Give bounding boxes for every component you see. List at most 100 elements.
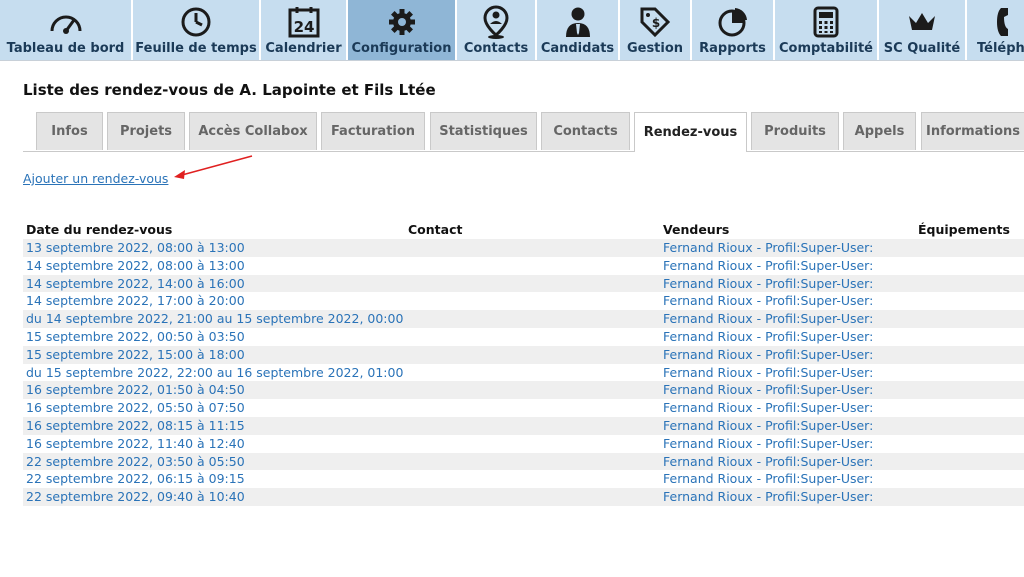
row-vendor-link[interactable]: Fernand Rioux - Profil:Super-User: xyxy=(663,489,873,504)
nav-label: SC Qualité xyxy=(883,41,961,56)
tab-acces-collabox[interactable]: Accès Collabox xyxy=(189,112,317,150)
nav-label: Configuration xyxy=(351,41,452,56)
table-row: 16 septembre 2022, 05:50 à 07:50 Fernand … xyxy=(23,399,1024,417)
row-vendor-link[interactable]: Fernand Rioux - Profil:Super-User: xyxy=(663,240,873,255)
svg-text:$: $ xyxy=(652,16,660,30)
table-row: du 14 septembre 2022, 21:00 au 15 septem… xyxy=(23,310,1024,328)
row-vendor-link[interactable]: Fernand Rioux - Profil:Super-User: xyxy=(663,436,873,451)
map-pin-person-icon xyxy=(457,5,535,39)
nav-label: Contacts xyxy=(463,41,529,56)
table-row: du 15 septembre 2022, 22:00 au 16 septem… xyxy=(23,364,1024,382)
page-title: Liste des rendez-vous de A. Lapointe et … xyxy=(23,81,436,99)
row-date-link[interactable]: 16 septembre 2022, 08:15 à 11:15 xyxy=(26,418,245,433)
header-date: Date du rendez-vous xyxy=(26,222,173,237)
row-date-link[interactable]: 16 septembre 2022, 05:50 à 07:50 xyxy=(26,400,245,415)
calendar-day-number: 24 xyxy=(293,18,314,36)
row-date-link[interactable]: 15 septembre 2022, 15:00 à 18:00 xyxy=(26,347,245,362)
table-row: 14 septembre 2022, 14:00 à 16:00 Fernand … xyxy=(23,274,1024,293)
row-date-link[interactable]: 14 septembre 2022, 17:00 à 20:00 xyxy=(26,293,245,308)
row-date-link[interactable]: 13 septembre 2022, 08:00 à 13:00 xyxy=(26,240,245,255)
price-tag-icon: $ xyxy=(620,5,690,39)
row-vendor-link[interactable]: Fernand Rioux - Profil:Super-User: xyxy=(663,400,873,415)
tab-projets[interactable]: Projets xyxy=(107,112,185,150)
table-row: 16 septembre 2022, 11:40 à 12:40 Fernand … xyxy=(23,435,1024,453)
tab-bar: Infos Projets Accès Collabox Facturation… xyxy=(23,112,1024,152)
nav-tableau-de-bord[interactable]: Tableau de bord xyxy=(0,0,133,60)
nav-label: Comptabilité xyxy=(778,41,873,56)
nav-label: Feuille de temps xyxy=(135,41,257,56)
nav-sc-qualite[interactable]: SC Qualité xyxy=(879,0,967,60)
table-row: 15 septembre 2022, 00:50 à 03:50 Fernand … xyxy=(23,328,1024,346)
pie-chart-icon xyxy=(692,5,773,39)
row-date-link[interactable]: 16 septembre 2022, 11:40 à 12:40 xyxy=(26,436,245,451)
table-row: 14 septembre 2022, 08:00 à 13:00 Fernand … xyxy=(23,257,1024,275)
nav-label: Candidats xyxy=(540,41,615,56)
tab-facturation[interactable]: Facturation xyxy=(321,112,425,150)
nav-label: Calendrier xyxy=(265,41,342,56)
table-row: 22 septembre 2022, 09:40 à 10:40 Fernand … xyxy=(23,488,1024,506)
table-row: 16 septembre 2022, 01:50 à 04:50 Fernand … xyxy=(23,381,1024,400)
row-vendor-link[interactable]: Fernand Rioux - Profil:Super-User: xyxy=(663,365,873,380)
nav-label: Rapports xyxy=(699,41,766,56)
row-date-link[interactable]: du 14 septembre 2022, 21:00 au 15 septem… xyxy=(26,311,403,326)
calculator-icon xyxy=(775,5,877,39)
dashboard-gauge-icon xyxy=(0,5,131,39)
nav-configuration[interactable]: Configuration xyxy=(348,0,457,60)
nav-label: Gestion xyxy=(626,41,684,56)
table-row: 22 septembre 2022, 06:15 à 09:15 Fernand … xyxy=(23,470,1024,488)
tab-appels[interactable]: Appels xyxy=(843,112,916,150)
top-navigation: Tableau de bord Feuille de temps 24 Cale… xyxy=(0,0,1024,61)
row-date-link[interactable]: 16 septembre 2022, 01:50 à 04:50 xyxy=(26,382,245,397)
nav-telephonie[interactable]: Télépho xyxy=(967,0,1024,60)
table-row: 16 septembre 2022, 08:15 à 11:15 Fernand … xyxy=(23,416,1024,435)
tab-produits[interactable]: Produits xyxy=(751,112,839,150)
nav-label: Tableau de bord xyxy=(6,41,125,56)
appointments-table: 13 septembre 2022, 08:00 à 13:00 Fernand … xyxy=(23,239,1024,506)
row-vendor-link[interactable]: Fernand Rioux - Profil:Super-User: xyxy=(663,471,873,486)
phone-icon xyxy=(967,5,1024,39)
table-row: 15 septembre 2022, 15:00 à 18:00 Fernand … xyxy=(23,345,1024,364)
row-vendor-link[interactable]: Fernand Rioux - Profil:Super-User: xyxy=(663,329,873,344)
row-vendor-link[interactable]: Fernand Rioux - Profil:Super-User: xyxy=(663,418,873,433)
nav-rapports[interactable]: Rapports xyxy=(692,0,775,60)
header-equipements: Équipements xyxy=(918,222,1010,237)
calendar-icon: 24 xyxy=(261,5,346,39)
crown-icon xyxy=(879,5,965,39)
tab-informations[interactable]: Informations xyxy=(921,112,1024,150)
row-vendor-link[interactable]: Fernand Rioux - Profil:Super-User: xyxy=(663,382,873,397)
row-date-link[interactable]: 22 septembre 2022, 03:50 à 05:50 xyxy=(26,454,245,469)
row-date-link[interactable]: 15 septembre 2022, 00:50 à 03:50 xyxy=(26,329,245,344)
tab-contacts[interactable]: Contacts xyxy=(541,112,630,150)
table-row: 14 septembre 2022, 17:00 à 20:00 Fernand … xyxy=(23,292,1024,310)
table-row: 13 septembre 2022, 08:00 à 13:00 Fernand … xyxy=(23,239,1024,257)
row-date-link[interactable]: 22 septembre 2022, 09:40 à 10:40 xyxy=(26,489,245,504)
clock-icon xyxy=(133,5,259,39)
row-vendor-link[interactable]: Fernand Rioux - Profil:Super-User: xyxy=(663,347,873,362)
row-vendor-link[interactable]: Fernand Rioux - Profil:Super-User: xyxy=(663,276,873,291)
nav-label: Télépho xyxy=(977,41,1024,56)
nav-gestion[interactable]: $ Gestion xyxy=(620,0,692,60)
person-tie-icon xyxy=(537,5,618,39)
tab-infos[interactable]: Infos xyxy=(36,112,103,150)
row-date-link[interactable]: 14 septembre 2022, 08:00 à 13:00 xyxy=(26,258,245,273)
gear-icon xyxy=(348,5,455,39)
add-appointment-link[interactable]: Ajouter un rendez-vous xyxy=(23,171,168,186)
row-date-link[interactable]: 14 septembre 2022, 14:00 à 16:00 xyxy=(26,276,245,291)
nav-contacts[interactable]: Contacts xyxy=(457,0,537,60)
tab-statistiques[interactable]: Statistiques xyxy=(430,112,537,150)
row-vendor-link[interactable]: Fernand Rioux - Profil:Super-User: xyxy=(663,454,873,469)
header-vendeurs: Vendeurs xyxy=(663,222,730,237)
nav-feuille-de-temps[interactable]: Feuille de temps xyxy=(133,0,261,60)
row-vendor-link[interactable]: Fernand Rioux - Profil:Super-User: xyxy=(663,258,873,273)
nav-calendrier[interactable]: 24 Calendrier xyxy=(261,0,348,60)
annotation-arrow-icon xyxy=(174,155,253,179)
header-contact: Contact xyxy=(408,222,463,237)
nav-comptabilite[interactable]: Comptabilité xyxy=(775,0,879,60)
row-date-link[interactable]: du 15 septembre 2022, 22:00 au 16 septem… xyxy=(26,365,403,380)
tab-rendez-vous[interactable]: Rendez-vous xyxy=(634,112,747,152)
table-row: 22 septembre 2022, 03:50 à 05:50 Fernand … xyxy=(23,452,1024,471)
nav-candidats[interactable]: Candidats xyxy=(537,0,620,60)
row-vendor-link[interactable]: Fernand Rioux - Profil:Super-User: xyxy=(663,311,873,326)
row-date-link[interactable]: 22 septembre 2022, 06:15 à 09:15 xyxy=(26,471,245,486)
row-vendor-link[interactable]: Fernand Rioux - Profil:Super-User: xyxy=(663,293,873,308)
